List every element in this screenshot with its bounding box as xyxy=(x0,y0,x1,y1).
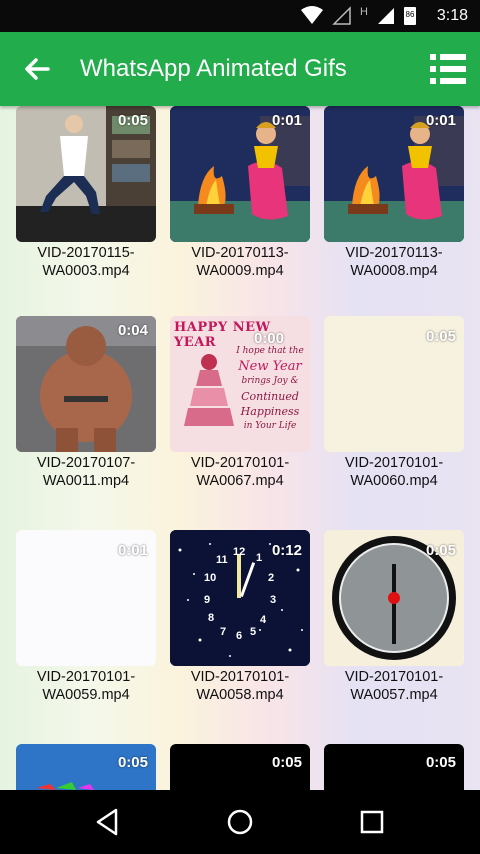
clock-numeral: 2 xyxy=(268,572,275,584)
video-thumbnail-bonfire[interactable]: 0:01 xyxy=(170,106,310,242)
clock-numeral: 3 xyxy=(270,594,277,606)
video-thumbnail-bonfire[interactable]: 0:01 xyxy=(324,106,464,242)
file-name: VID-20170113- WA0009.mp4 xyxy=(160,244,320,280)
card-line3: brings Joy & xyxy=(241,376,299,386)
file-name-line2: WA0011.mp4 xyxy=(42,473,130,489)
signal-empty-icon xyxy=(332,6,351,25)
clock-numeral: 4 xyxy=(260,614,267,626)
video-thumbnail-dancer[interactable]: 0:05 xyxy=(16,106,156,242)
file-name-line2: WA0067.mp4 xyxy=(196,473,284,489)
clock-numeral: 1 xyxy=(256,552,263,564)
video-thumbnail-man[interactable]: 0:04 xyxy=(16,316,156,452)
file-name: VID-20170115- WA0003.mp4 xyxy=(6,244,166,280)
video-thumbnail-black[interactable]: 0:05 xyxy=(170,744,310,790)
file-name: VID-20170113- WA0008.mp4 xyxy=(314,244,474,280)
file-name-line1: VID-20170101- xyxy=(190,455,290,471)
circle-home-icon[interactable] xyxy=(224,806,256,838)
status-icons: H 86 xyxy=(300,6,416,26)
list-menu-icon[interactable] xyxy=(430,52,466,86)
triangle-back-icon[interactable] xyxy=(92,806,124,838)
file-name-line1: VID-20170101- xyxy=(344,455,444,471)
duration-label: 0:01 xyxy=(117,542,148,559)
clock-numeral: 5 xyxy=(250,626,257,638)
status-bar: H 86 3:18 xyxy=(0,0,480,32)
signal-icon xyxy=(378,8,394,24)
video-thumbnail-colorful[interactable]: 0:05 xyxy=(16,744,156,790)
video-thumbnail-blank[interactable]: 0:05 xyxy=(324,316,464,452)
clock-numeral: 7 xyxy=(220,626,227,638)
file-name-line2: WA0057.mp4 xyxy=(350,687,438,703)
clock-numeral: 11 xyxy=(216,554,228,566)
video-thumbnail-blank[interactable]: 0:01 xyxy=(16,530,156,666)
card-line6: in Your Life xyxy=(243,421,297,431)
file-name-line2: WA0060.mp4 xyxy=(350,473,438,489)
file-name: VID-20170101- WA0058.mp4 xyxy=(160,668,320,704)
duration-label: 0:05 xyxy=(117,112,148,129)
file-name: VID-20170101- WA0067.mp4 xyxy=(160,454,320,490)
file-name-line1: VID-20170101- xyxy=(344,669,444,685)
file-name: VID-20170101- WA0060.mp4 xyxy=(314,454,474,490)
file-name-line1: VID-20170115- xyxy=(37,245,135,261)
clock-numeral: 8 xyxy=(208,612,215,624)
duration-label: 0:12 xyxy=(271,542,302,559)
file-name-line1: VID-20170113- xyxy=(345,245,443,261)
square-recents-icon[interactable] xyxy=(356,806,388,838)
video-thumbnail-wall-clock[interactable]: 0:05 xyxy=(324,530,464,666)
card-line5: Happiness xyxy=(240,405,300,418)
file-name-line1: VID-20170101- xyxy=(36,669,136,685)
wifi-icon xyxy=(301,6,324,24)
clock-time: 3:18 xyxy=(436,7,468,24)
file-name-line2: WA0008.mp4 xyxy=(350,263,438,279)
gif-grid[interactable]: 0:05 VID-20170115- WA0003.mp4 0:01 VID-2… xyxy=(0,106,480,790)
card-message: I hope that the New Year brings Joy & Co… xyxy=(234,344,306,434)
clock-numeral: 9 xyxy=(204,594,211,606)
file-name-line2: WA0003.mp4 xyxy=(42,263,130,279)
video-thumbnail-black[interactable]: 0:05 xyxy=(324,744,464,790)
file-name: VID-20170107- WA0011.mp4 xyxy=(6,454,166,490)
battery-level: 86 xyxy=(405,10,415,19)
duration-label: 0:05 xyxy=(117,754,148,771)
file-name-line2: WA0009.mp4 xyxy=(196,263,284,279)
file-name-line1: VID-20170113- xyxy=(191,245,289,261)
arrow-left-icon[interactable] xyxy=(22,54,52,84)
app-title: WhatsApp Animated Gifs xyxy=(80,55,347,82)
video-thumbnail-new-year-card[interactable]: HAPPY NEW YEAR I hope that the New Year … xyxy=(170,316,310,452)
file-name-line2: WA0059.mp4 xyxy=(42,687,130,703)
clock-numeral: 12 xyxy=(233,546,246,558)
duration-label: 0:05 xyxy=(271,754,302,771)
duration-label: 0:05 xyxy=(425,754,456,771)
file-name-line2: WA0058.mp4 xyxy=(196,687,284,703)
navigation-bar xyxy=(0,790,480,854)
file-name-line1: VID-20170101- xyxy=(190,669,290,685)
duration-label: 0:04 xyxy=(117,322,148,339)
duration-label: 0:05 xyxy=(425,328,456,345)
card-line4: Continued xyxy=(241,390,299,403)
card-line2: New Year xyxy=(238,359,302,374)
duration-label: 0:00 xyxy=(253,330,284,347)
duration-label: 0:01 xyxy=(425,112,456,129)
battery-icon: 86 xyxy=(404,7,416,25)
network-type-label: H xyxy=(360,6,368,18)
file-name: VID-20170101- WA0059.mp4 xyxy=(6,668,166,704)
duration-label: 0:01 xyxy=(271,112,302,129)
file-name: VID-20170101- WA0057.mp4 xyxy=(314,668,474,704)
clock-numeral: 10 xyxy=(204,572,217,584)
app-bar: WhatsApp Animated Gifs xyxy=(0,32,480,106)
duration-label: 0:05 xyxy=(425,542,456,559)
video-thumbnail-star-clock[interactable]: 12 1 2 3 4 5 6 7 8 9 10 11 0:12 xyxy=(170,530,310,666)
clock-numeral: 6 xyxy=(236,630,243,642)
file-name-line1: VID-20170107- xyxy=(36,455,136,471)
